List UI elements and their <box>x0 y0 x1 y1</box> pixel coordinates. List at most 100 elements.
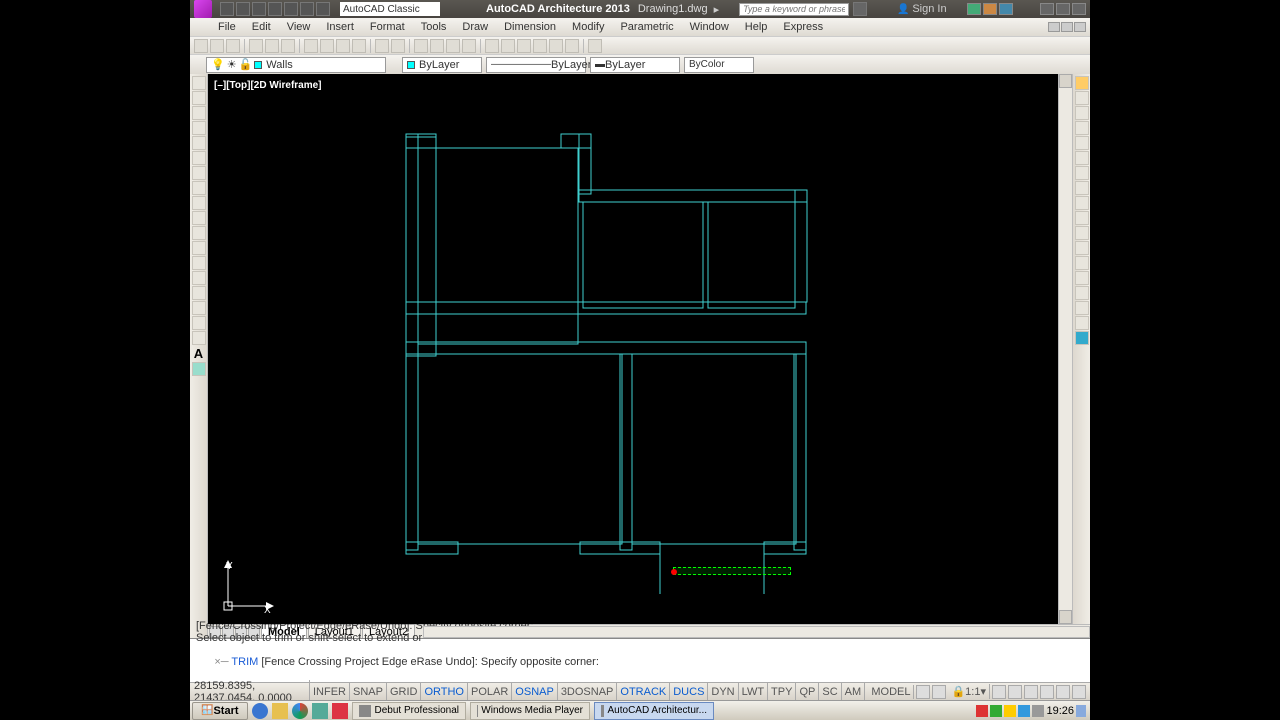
scale-icon[interactable] <box>1075 181 1089 195</box>
draworder-icon[interactable] <box>1075 331 1089 345</box>
model-space-button[interactable]: MODEL <box>868 685 914 699</box>
taskbar-task[interactable]: Windows Media Player <box>470 702 590 720</box>
revcloud-icon[interactable] <box>192 181 206 195</box>
xline-icon[interactable] <box>192 91 206 105</box>
menu-parametric[interactable]: Parametric <box>612 19 681 35</box>
open-icon[interactable] <box>236 2 250 16</box>
search-input[interactable] <box>739 3 849 16</box>
tb-pan-icon[interactable] <box>414 39 428 53</box>
blend-icon[interactable] <box>1075 301 1089 315</box>
maximize-button[interactable] <box>1056 3 1070 15</box>
mdi-minimize-button[interactable] <box>1048 22 1060 32</box>
menu-edit[interactable]: Edit <box>244 19 279 35</box>
annotation-scale[interactable]: 🔒 1:1 ▾ <box>948 684 990 699</box>
mirror-icon[interactable] <box>1075 106 1089 120</box>
tray-volume-icon[interactable] <box>1032 705 1044 717</box>
saveas-icon[interactable] <box>268 2 282 16</box>
quickview-layouts-icon[interactable] <box>916 685 930 699</box>
ql-app-icon[interactable] <box>332 703 348 719</box>
tb-dc-icon[interactable] <box>501 39 515 53</box>
menu-help[interactable]: Help <box>737 19 776 35</box>
redo-icon[interactable] <box>316 2 330 16</box>
menu-window[interactable]: Window <box>682 19 737 35</box>
ql-ie-icon[interactable] <box>252 703 268 719</box>
status-toggle-snap[interactable]: SNAP <box>350 683 387 700</box>
ellipsearc-icon[interactable] <box>192 226 206 240</box>
mtext-icon[interactable]: A <box>194 346 203 361</box>
color-dropdown[interactable]: ByLayer <box>402 57 482 73</box>
tb-props-icon[interactable] <box>485 39 499 53</box>
tb-publish-icon[interactable] <box>281 39 295 53</box>
circle-icon[interactable] <box>192 166 206 180</box>
mdi-restore-button[interactable] <box>1061 22 1073 32</box>
minimize-button[interactable] <box>1040 3 1054 15</box>
new-icon[interactable] <box>220 2 234 16</box>
trim-icon[interactable] <box>1075 211 1089 225</box>
menu-tools[interactable]: Tools <box>413 19 455 35</box>
chamfer-icon[interactable] <box>1075 271 1089 285</box>
tb-preview-icon[interactable] <box>265 39 279 53</box>
polygon-icon[interactable] <box>192 121 206 135</box>
array-icon[interactable] <box>1075 136 1089 150</box>
join-icon[interactable] <box>1075 256 1089 270</box>
annotation-visibility-icon[interactable] <box>992 685 1006 699</box>
tb-undo-icon[interactable] <box>375 39 389 53</box>
layer-dropdown[interactable]: 💡 ☀ 🔓 Walls <box>206 57 386 73</box>
menu-express[interactable]: Express <box>775 19 831 35</box>
tb-markup-icon[interactable] <box>549 39 563 53</box>
hatch-icon[interactable] <box>192 286 206 300</box>
workspace-dropdown[interactable]: AutoCAD Classic <box>340 2 440 16</box>
pline-icon[interactable] <box>192 106 206 120</box>
status-toggle-dyn[interactable]: DYN <box>708 683 738 700</box>
drawing-canvas[interactable]: [–][Top][2D Wireframe] <box>208 74 1058 624</box>
plotstyle-dropdown[interactable]: ByColor <box>684 57 754 73</box>
stretch-icon[interactable] <box>1075 196 1089 210</box>
tb-plot-icon[interactable] <box>249 39 263 53</box>
tb-save-icon[interactable] <box>226 39 240 53</box>
save-icon[interactable] <box>252 2 266 16</box>
status-toggle-otrack[interactable]: OTRACK <box>617 683 670 700</box>
help-icon[interactable] <box>999 3 1013 15</box>
tb-match-icon[interactable] <box>352 39 366 53</box>
tb-new-icon[interactable] <box>194 39 208 53</box>
tb-cut-icon[interactable] <box>304 39 318 53</box>
signin-button[interactable]: 👤 Sign In <box>897 3 946 15</box>
status-toggle-ducs[interactable]: DUCS <box>670 683 708 700</box>
menu-modify[interactable]: Modify <box>564 19 612 35</box>
status-toggle-infer[interactable]: INFER <box>310 683 350 700</box>
status-toggle-grid[interactable]: GRID <box>387 683 422 700</box>
tb-paste-icon[interactable] <box>336 39 350 53</box>
tray-network-icon[interactable] <box>1018 705 1030 717</box>
offset-icon[interactable] <box>1075 121 1089 135</box>
ellipse-icon[interactable] <box>192 211 206 225</box>
menu-format[interactable]: Format <box>362 19 413 35</box>
tb-calc-icon[interactable] <box>565 39 579 53</box>
tray-clock[interactable]: 19:26 <box>1046 705 1074 717</box>
plot-icon[interactable] <box>284 2 298 16</box>
tb-help-icon[interactable] <box>588 39 602 53</box>
line-icon[interactable] <box>192 76 206 90</box>
tray-app-icon[interactable] <box>1004 705 1016 717</box>
lineweight-dropdown[interactable]: ▬ ByLayer <box>590 57 680 73</box>
scroll-up-icon[interactable] <box>1059 74 1072 88</box>
extend-icon[interactable] <box>1075 226 1089 240</box>
tb-copy-icon[interactable] <box>320 39 334 53</box>
rectangle-icon[interactable] <box>192 136 206 150</box>
point-icon[interactable] <box>192 271 206 285</box>
addselected-icon[interactable] <box>192 362 206 376</box>
taskbar-task[interactable]: AutoCAD Architectur... <box>594 702 714 720</box>
search-icon[interactable] <box>853 2 867 16</box>
workspace-switch-icon[interactable] <box>1008 685 1022 699</box>
explode-icon[interactable] <box>1075 316 1089 330</box>
exchange-x-icon[interactable] <box>967 3 981 15</box>
insert-icon[interactable] <box>192 241 206 255</box>
toolbar-lock-icon[interactable] <box>1024 685 1038 699</box>
command-window[interactable]: [Fence/Crossing/Project/Edge/eRase/Undo]… <box>190 638 1090 682</box>
app-logo-icon[interactable] <box>194 0 212 18</box>
status-toggle-ortho[interactable]: ORTHO <box>421 683 468 700</box>
ql-desktop-icon[interactable] <box>312 703 328 719</box>
tb-open-icon[interactable] <box>210 39 224 53</box>
block-icon[interactable] <box>192 256 206 270</box>
spline-icon[interactable] <box>192 196 206 210</box>
menu-insert[interactable]: Insert <box>318 19 362 35</box>
